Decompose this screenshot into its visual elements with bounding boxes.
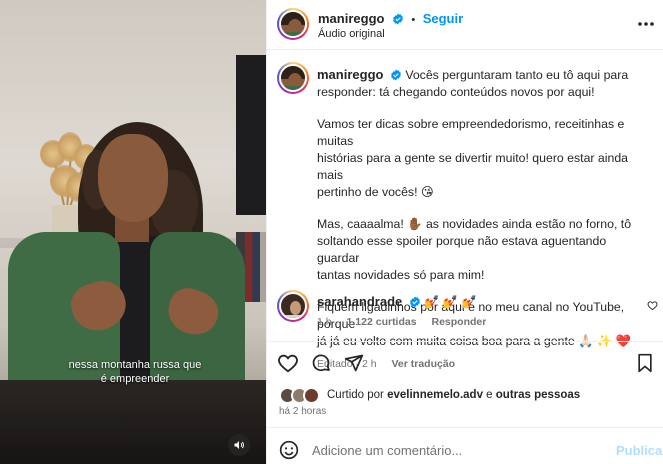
caption-line: Vocês perguntaram tanto eu tô aqui para: [405, 68, 629, 82]
post-author-avatar[interactable]: [277, 62, 309, 94]
reel-video[interactable]: nessa montanha russa que é empreender: [0, 0, 266, 464]
see-translation-link[interactable]: Ver tradução: [391, 358, 455, 370]
caption-line-1: nessa montanha russa que: [68, 359, 202, 371]
comment-like-button[interactable]: [645, 298, 659, 312]
like-button[interactable]: [275, 350, 301, 376]
verified-badge-icon: [390, 69, 401, 81]
liked-by-prefix: Curtido por: [327, 389, 384, 401]
comment-body: sarahandrade 💅 💅 💅: [317, 294, 477, 310]
post-author-username[interactable]: manireggo: [317, 67, 383, 82]
author-username[interactable]: manireggo: [318, 11, 384, 26]
save-button[interactable]: [633, 350, 657, 376]
comment-time: 1 h: [317, 316, 332, 328]
caption-line: responder: tá chegando conteúdos novos p…: [317, 85, 595, 99]
caption-paragraph: Vamos ter dicas sobre empreendedorismo, …: [317, 116, 651, 201]
comment-meta: 1 h 1.122 curtidas Responder: [317, 316, 498, 328]
video-caption: nessa montanha russa que é empreender: [60, 358, 210, 386]
caption-line: soltando esse spoiler porque não estava …: [317, 234, 607, 265]
paper-plane-icon: [344, 354, 364, 372]
divider: [267, 427, 663, 428]
share-button[interactable]: [341, 350, 367, 376]
caption-line: pertinho de vocês! 😘: [317, 185, 434, 199]
follow-button[interactable]: Seguir: [423, 11, 463, 26]
comment-input[interactable]: Adicione um comentário...: [312, 443, 462, 458]
caption-line: histórias para a gente se divertir muito…: [317, 151, 629, 182]
post-time: há 2 horas: [279, 406, 327, 417]
caption-line: tantas novidades só para mim!: [317, 268, 485, 282]
more-options-button[interactable]: [635, 14, 657, 34]
caption-line: Mas, caaaalma! ✋🏾 as novidades ainda est…: [317, 217, 632, 231]
liked-by-connector: e: [486, 389, 493, 401]
liked-by-others[interactable]: outras pessoas: [496, 389, 580, 401]
more-horizontal-icon: [638, 22, 654, 26]
verified-badge-icon: [392, 13, 403, 25]
reply-button[interactable]: Responder: [432, 316, 487, 328]
liked-by-user[interactable]: evelinnemelo.adv: [387, 389, 483, 401]
comment-button[interactable]: [308, 350, 334, 376]
audio-link[interactable]: Áudio original: [318, 28, 385, 40]
speaker-icon: [234, 441, 244, 449]
desk: [0, 380, 266, 464]
liked-by-avatars[interactable]: [279, 387, 325, 405]
smiley-icon: [279, 440, 299, 460]
heart-icon: [278, 354, 298, 373]
liked-by-text: Curtido por evelinnemelo.adv e outras pe…: [327, 389, 580, 401]
post-header: manireggo • Seguir Áudio original: [267, 0, 663, 50]
commenter-username[interactable]: sarahandrade: [317, 294, 402, 309]
emoji-button[interactable]: [277, 438, 301, 462]
comment-likes[interactable]: 1.122 curtidas: [347, 316, 417, 328]
verified-badge-icon: [409, 296, 420, 308]
commenter-avatar[interactable]: [277, 290, 309, 322]
bookmark-icon: [638, 353, 652, 373]
sound-toggle-button[interactable]: [228, 434, 250, 456]
post-panel: manireggo • Seguir Áudio original manire…: [266, 0, 663, 464]
caption-line: Vamos ter dicas sobre empreendedorismo, …: [317, 117, 625, 148]
heart-icon: [647, 300, 657, 310]
comment-bubble-icon: [312, 354, 330, 371]
caption-line-2: é empreender: [100, 373, 170, 385]
separator-dot: •: [411, 14, 416, 26]
publish-button[interactable]: Publicar: [616, 443, 663, 458]
caption-meta: Editado · 2 h Ver tradução: [317, 356, 651, 373]
comment-text: 💅 💅 💅: [424, 295, 477, 309]
caption-paragraph: Mas, caaaalma! ✋🏾 as novidades ainda est…: [317, 216, 651, 284]
author-avatar[interactable]: [277, 8, 309, 40]
divider: [267, 341, 663, 342]
